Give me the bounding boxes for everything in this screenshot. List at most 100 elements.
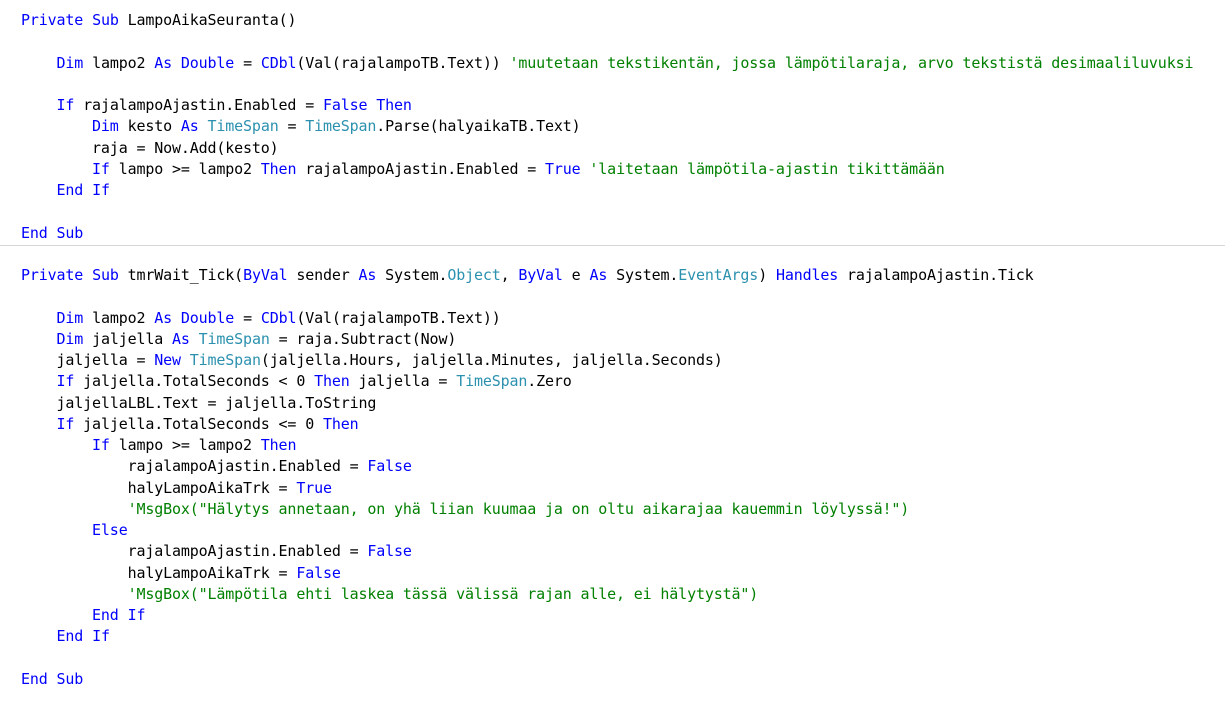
code-line[interactable]: Private Sub LampoAikaSeuranta() [21,10,296,31]
code-line[interactable]: 'MsgBox("Lämpötila ehti laskea tässä väl… [21,584,759,605]
code-text: e [562,266,590,284]
code-line[interactable]: If jaljella.TotalSeconds <= 0 Then [21,414,359,435]
code-text: .Parse(halyaikaTB.Text) [376,117,581,136]
code-text: lampo2 [83,308,155,327]
code-keyword: Then [322,414,359,433]
code-line[interactable]: rajalampoAjastin.Enabled = False [21,456,412,477]
code-text: kesto [118,117,181,136]
code-text: = [278,117,306,136]
code-type-name: TimeSpan [198,329,270,348]
code-comment: 'muutetaan tekstikentän, jossa lämpötila… [509,53,1194,72]
code-line[interactable]: End If [21,180,110,201]
code-type-name: EventArgs [678,266,759,284]
code-keyword: As [589,266,608,284]
code-keyword: If [56,414,75,433]
code-line[interactable]: End Sub [21,223,83,244]
method-separator [0,244,1225,246]
code-keyword: Dim [56,308,84,327]
code-text: halyLampoAikaTrk = [127,563,297,582]
code-keyword: False [367,542,412,561]
code-line[interactable]: rajalampoAjastin.Enabled = False [21,541,412,562]
code-line[interactable]: Dim lampo2 As Double = CDbl(Val(rajalamp… [21,53,1194,74]
code-keyword: New [154,351,181,369]
code-line[interactable]: halyLampoAikaTrk = False [21,563,341,584]
code-type-name: TimeSpan [207,117,279,136]
code-keyword: If [92,627,110,646]
code-line[interactable]: halyLampoAikaTrk = True [21,478,332,499]
code-line[interactable]: If rajalampoAjastin.Enabled = False Then [21,95,412,116]
code-text: LampoAikaSeuranta() [118,11,297,29]
code-keyword: If [92,436,110,454]
code-keyword: End [21,223,48,242]
code-keyword: Sub [56,223,84,242]
code-keyword: Private [21,11,84,29]
code-text: (Val(rajalampoTB.Text)) [296,53,510,72]
code-text: jaljella [83,329,172,348]
code-keyword: False [322,96,368,114]
code-text: (jaljella.Hours, jaljella.Minutes, jalje… [260,351,723,369]
code-line[interactable]: If lampo >= lampo2 Then [21,435,296,456]
code-keyword: Sub [56,669,84,688]
code-type-name: TimeSpan [305,117,377,136]
code-keyword: Else [92,521,128,539]
code-text: jaljella.TotalSeconds < 0 [74,372,315,391]
code-text: jaljella = [56,351,155,369]
code-keyword: As [358,266,377,284]
code-keyword: CDbl [260,53,297,72]
code-keyword: As [172,329,190,348]
code-keyword: Then [314,372,350,391]
code-keyword: End [56,627,84,646]
code-line[interactable]: Dim kesto As TimeSpan = TimeSpan.Parse(h… [21,116,581,137]
code-line[interactable]: jaljella = New TimeSpan(jaljella.Hours, … [21,350,723,371]
code-keyword: As [154,308,172,327]
code-line[interactable]: End If [21,605,145,626]
code-keyword: If [92,159,110,178]
code-line[interactable]: Private Sub tmrWait_Tick(ByVal sender As… [21,265,1034,286]
code-keyword: Sub [92,11,119,29]
code-line[interactable]: End If [21,626,110,647]
code-line[interactable]: Dim jaljella As TimeSpan = raja.Subtract… [21,329,457,350]
code-text: rajalampoAjastin.Enabled = [127,457,368,476]
code-keyword: Dim [56,53,84,72]
code-line[interactable]: If lampo >= lampo2 Then rajalampoAjastin… [21,159,945,180]
code-text: halyLampoAikaTrk = [127,478,297,497]
code-line[interactable]: jaljellaLBL.Text = jaljella.ToString [21,393,377,414]
code-line[interactable]: 'MsgBox("Hälytys annetaan, on yhä liian … [21,499,910,520]
code-line[interactable]: Else [21,520,128,541]
code-editor[interactable]: Private Sub LampoAikaSeuranta() Dim lamp… [0,0,1225,704]
code-text: ) [758,266,776,284]
code-line[interactable]: End Sub [21,669,83,690]
code-keyword: As [154,53,172,72]
code-text: rajalampoAjastin.Enabled = [74,96,323,114]
code-keyword: False [367,457,412,476]
code-line[interactable]: Dim lampo2 As Double = CDbl(Val(rajalamp… [21,308,501,329]
code-text: jaljella = [349,372,457,391]
code-text: rajalampoAjastin.Tick [838,266,1034,284]
code-comment: 'MsgBox("Hälytys annetaan, on yhä liian … [127,499,910,518]
code-keyword: Private [21,266,84,284]
code-comment: 'MsgBox("Lämpötila ehti laskea tässä väl… [127,584,759,603]
code-keyword: False [296,563,341,582]
code-line[interactable]: raja = Now.Add(kesto) [21,138,279,159]
code-text: = [234,308,261,327]
code-line[interactable]: If jaljella.TotalSeconds < 0 Then jaljel… [21,371,572,392]
code-text: jaljella.TotalSeconds <= 0 [74,414,323,433]
code-keyword: As [180,117,199,136]
